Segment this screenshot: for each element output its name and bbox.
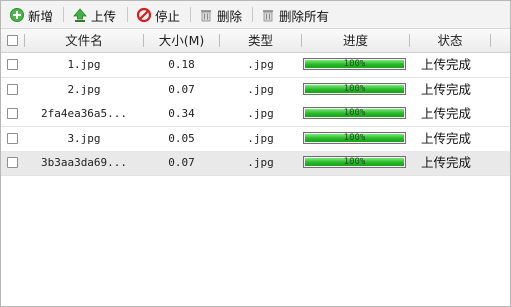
table-row[interactable]: 3b3aa3da69... 0.07 .jpg 100% 上传完成 [1, 151, 510, 176]
progress-bar: 100% [303, 131, 406, 144]
column-header-status[interactable]: 状态 [410, 29, 490, 52]
upload-status: 上传完成 [420, 155, 471, 170]
trash-icon [198, 7, 214, 23]
file-size-cell: 0.34 [168, 107, 195, 120]
stop-label: 停止 [155, 8, 181, 24]
trash-all-icon [260, 7, 276, 23]
progress-bar: 100% [303, 107, 406, 119]
upload-status: 上传完成 [420, 106, 471, 121]
add-label: 新增 [28, 8, 54, 24]
file-size-cell: 0.07 [168, 156, 195, 169]
stop-icon [136, 7, 152, 23]
file-name-cell: 3b3aa3da69... [40, 156, 128, 169]
upload-button[interactable]: 上传 [72, 5, 116, 25]
toolbar-divider [190, 7, 191, 22]
add-button[interactable]: 新增 [9, 5, 53, 25]
select-all-checkbox[interactable] [7, 35, 18, 46]
progress-text: 100% [343, 157, 366, 167]
delete-all-button[interactable]: 删除所有 [260, 5, 329, 25]
file-name-cell: 3.jpg [67, 131, 101, 145]
file-size-cell: 0.18 [168, 58, 195, 71]
file-size-cell: 0.05 [168, 131, 195, 145]
toolbar-divider [127, 7, 128, 22]
column-divider [490, 34, 491, 47]
progress-text: 100% [343, 108, 366, 118]
toolbar-divider [63, 7, 64, 22]
file-type-cell: .jpg [247, 58, 274, 71]
file-type-cell: .jpg [247, 156, 274, 169]
file-type-cell: .jpg [247, 107, 274, 120]
file-type-cell: .jpg [247, 131, 274, 145]
row-checkbox[interactable] [7, 108, 18, 119]
delete-button[interactable]: 删除 [198, 5, 242, 25]
column-header-size[interactable]: 大小(M) [144, 29, 219, 52]
table-row[interactable]: 3.jpg 0.05 .jpg 100% 上传完成 [1, 126, 510, 152]
row-checkbox[interactable] [7, 132, 18, 144]
delete-label: 删除 [217, 8, 243, 24]
upload-arrow-icon [72, 7, 88, 23]
upload-panel: 新增 上传 停止 删除 删除所有 文件名 大小(M) 类型 进度 状态 1.jp… [0, 0, 511, 307]
row-checkbox[interactable] [7, 83, 18, 95]
upload-status: 上传完成 [420, 57, 471, 72]
progress-text: 100% [343, 83, 366, 94]
upload-status: 上传完成 [420, 130, 471, 146]
upload-label: 上传 [91, 8, 117, 24]
progress-bar: 100% [303, 82, 406, 95]
row-checkbox[interactable] [7, 59, 18, 70]
progress-bar: 100% [303, 58, 406, 70]
upload-status: 上传完成 [420, 81, 471, 97]
file-name-cell: 2fa4ea36a5... [40, 107, 128, 120]
toolbar-divider [252, 7, 253, 22]
table-row[interactable]: 1.jpg 0.18 .jpg 100% 上传完成 [1, 53, 510, 78]
table-row[interactable]: 2.jpg 0.07 .jpg 100% 上传完成 [1, 77, 510, 103]
toolbar: 新增 上传 停止 删除 删除所有 [1, 1, 510, 29]
progress-text: 100% [343, 59, 366, 69]
row-checkbox[interactable] [7, 157, 18, 168]
table-header: 文件名 大小(M) 类型 进度 状态 [1, 29, 510, 53]
column-header-filename[interactable]: 文件名 [25, 29, 143, 52]
file-size-cell: 0.07 [168, 82, 195, 96]
table-row[interactable]: 2fa4ea36a5... 0.34 .jpg 100% 上传完成 [1, 102, 510, 127]
progress-bar: 100% [303, 156, 406, 168]
delete-all-label: 删除所有 [279, 8, 330, 24]
column-header-progress[interactable]: 进度 [302, 29, 409, 52]
plus-circle-icon [9, 7, 25, 23]
file-type-cell: .jpg [247, 82, 274, 96]
progress-text: 100% [343, 132, 366, 143]
stop-button[interactable]: 停止 [136, 5, 180, 25]
file-name-cell: 2.jpg [67, 82, 101, 96]
file-name-cell: 1.jpg [67, 58, 101, 71]
column-header-type[interactable]: 类型 [220, 29, 301, 52]
